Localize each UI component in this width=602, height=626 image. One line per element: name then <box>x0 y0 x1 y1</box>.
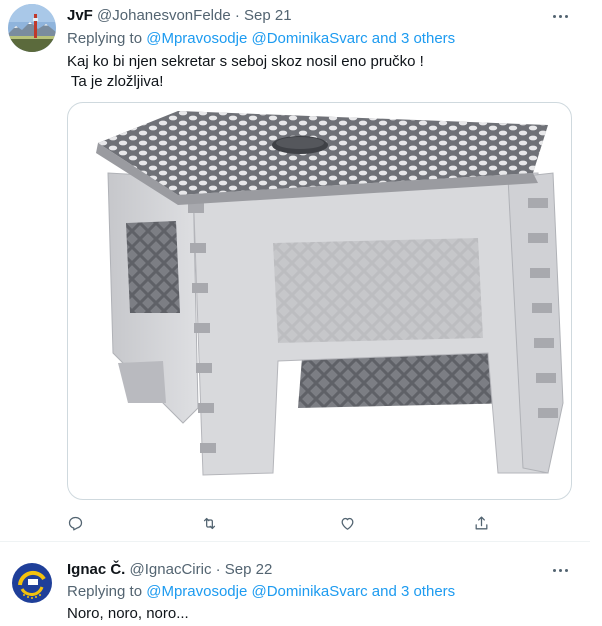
mountain-landscape-avatar-icon <box>8 4 56 52</box>
replying-to-line: Replying to @Mpravosodje @DominikaSvarc … <box>67 29 455 49</box>
tweet-text: Noro, noro, noro... <box>67 604 189 624</box>
more-dot <box>564 568 568 572</box>
replying-to-label: Replying to <box>67 30 143 47</box>
tweet[interactable]: Ignac Č. @IgnacCiric · Sep 22 Replying t… <box>0 543 590 626</box>
retweet-icon <box>203 517 215 529</box>
others-link[interactable]: and 3 others <box>372 583 455 600</box>
party-logo-avatar-icon <box>8 559 56 607</box>
reply-button[interactable] <box>60 508 90 538</box>
more-dot <box>558 14 562 18</box>
tweet-header: JvF @JohanesvonFelde · Sep 21 <box>67 6 292 26</box>
avatar[interactable] <box>8 4 56 52</box>
tweet[interactable]: JvF @JohanesvonFelde · Sep 21 Replying t… <box>0 0 590 542</box>
replying-to-line: Replying to @Mpravosodje @DominikaSvarc … <box>67 582 455 602</box>
share-button[interactable] <box>466 508 496 538</box>
step-stool-image <box>96 111 564 476</box>
more-options-button[interactable] <box>546 6 574 26</box>
separator-dot: · <box>234 7 240 24</box>
others-link[interactable]: and 3 others <box>372 30 455 47</box>
display-name[interactable]: JvF <box>67 7 93 24</box>
separator-dot: · <box>215 561 221 578</box>
display-name[interactable]: Ignac Č. <box>67 561 125 578</box>
tweet-date[interactable]: Sep 22 <box>225 561 273 578</box>
mention-link[interactable]: @Mpravosodje <box>146 583 247 600</box>
more-dot <box>552 14 556 18</box>
mention-link[interactable]: @DominikaSvarc <box>252 583 368 600</box>
tweet-actions <box>60 508 530 538</box>
tweet-text-line: Ta je zložljiva! <box>67 73 164 90</box>
tweet-date[interactable]: Sep 21 <box>244 7 292 24</box>
tweet-header: Ignac Č. @IgnacCiric · Sep 22 <box>67 560 272 580</box>
more-dot <box>558 568 562 572</box>
retweet-button[interactable] <box>194 508 224 538</box>
more-dot <box>564 14 568 18</box>
like-button[interactable] <box>332 508 362 538</box>
avatar[interactable] <box>8 559 56 607</box>
share-icon <box>475 515 487 529</box>
tweet-text-line: Kaj ko bi njen sekretar s seboj skoz nos… <box>67 53 424 70</box>
more-dot <box>552 568 556 572</box>
like-icon <box>341 517 353 530</box>
replying-to-label: Replying to <box>67 583 143 600</box>
tweet-media-image[interactable] <box>67 102 572 500</box>
reply-icon <box>68 516 82 531</box>
mention-link[interactable]: @Mpravosodje <box>146 30 247 47</box>
user-handle[interactable]: @JohanesvonFelde <box>97 7 231 24</box>
more-options-button[interactable] <box>546 560 574 580</box>
tweet-text-line: Noro, noro, noro... <box>67 605 189 622</box>
tweet-text: Kaj ko bi njen sekretar s seboj skoz nos… <box>67 52 424 92</box>
user-handle[interactable]: @IgnacCiric <box>130 561 212 578</box>
mention-link[interactable]: @DominikaSvarc <box>252 30 368 47</box>
